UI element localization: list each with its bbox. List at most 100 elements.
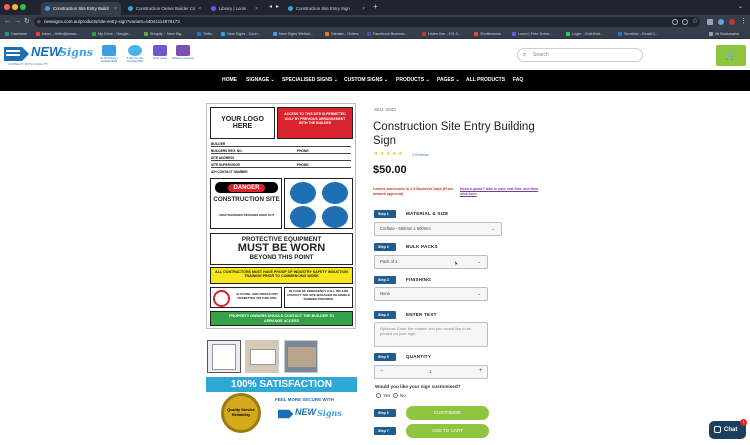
search-icon: ⌕ bbox=[523, 52, 527, 58]
browser-tab-1[interactable]: Construction Site Entry Buildi × bbox=[41, 2, 121, 15]
browser-tab-2[interactable]: Construction Owner Builder Co × bbox=[124, 2, 204, 15]
rating-stars[interactable]: ★★★★★ bbox=[374, 151, 404, 157]
profile-avatar-icon[interactable] bbox=[729, 19, 735, 25]
customise-button[interactable]: CUSTOMISE bbox=[406, 406, 489, 420]
step-6-badge: Step 6 bbox=[374, 409, 396, 417]
bookmark-item[interactable]: Login - ClothKnit... bbox=[566, 30, 603, 38]
bookmark-item[interactable]: Listen live - 101.3... bbox=[422, 30, 461, 38]
bookmark-item[interactable]: Shutterstock bbox=[474, 30, 501, 38]
extensions-icon[interactable] bbox=[707, 19, 713, 25]
feature-service[interactable]: 5 Day Service Australia Wide bbox=[123, 45, 147, 63]
media-back-icon[interactable]: ◂ bbox=[269, 3, 272, 10]
bookmark-item[interactable]: Dashlane bbox=[5, 30, 27, 38]
bookmark-item[interactable]: Inbox - Hello@news... bbox=[36, 30, 79, 38]
custom-text-input[interactable]: Optional: Enter the custom text you woul… bbox=[374, 322, 488, 347]
bookmark-favicon-icon bbox=[566, 32, 570, 36]
bookmark-favicon-icon bbox=[5, 32, 9, 36]
address-bar[interactable]: ⊜ newsigns.com.au/products/site-entry-si… bbox=[34, 17, 700, 27]
nav-specialised-signs[interactable]: SPECIALISED SIGNS ⌄ bbox=[282, 70, 338, 91]
media-forward-icon[interactable]: ▸ bbox=[276, 3, 279, 10]
nav-signage[interactable]: SIGNAGE ⌄ bbox=[246, 70, 275, 91]
bookmark-favicon-icon bbox=[512, 32, 516, 36]
all-bookmarks-item[interactable]: All Bookmarks bbox=[709, 30, 739, 38]
reload-icon[interactable]: ↻ bbox=[24, 17, 30, 27]
bookmark-item[interactable]: Sendinix - Email C... bbox=[618, 30, 658, 38]
nav-home[interactable]: HOME bbox=[222, 70, 237, 91]
browser-tab-4[interactable]: Construction Site Entry Sign × bbox=[284, 2, 369, 15]
step-1-badge: Step 1 bbox=[374, 210, 396, 218]
cart-button[interactable]: 🛒 bbox=[716, 45, 746, 66]
step-5-title: QUANTITY bbox=[406, 354, 432, 359]
product-main-image[interactable]: YOUR LOGO HERE ACCESS TO THIS SITE IS PE… bbox=[206, 103, 356, 329]
nav-pages[interactable]: PAGES ⌄ bbox=[437, 70, 460, 91]
site-favicon-icon bbox=[45, 6, 50, 11]
material-size-select[interactable]: Corflute - 600mm x 900mm ⌄ bbox=[374, 222, 502, 236]
radio-no[interactable]: No bbox=[393, 393, 406, 398]
chevron-down-icon: ⌄ bbox=[270, 77, 275, 83]
bookmark-favicon-icon bbox=[325, 32, 329, 36]
bookmark-item[interactable]: New Signs - Conn... bbox=[221, 30, 261, 38]
bookmark-item[interactable]: Facebook Busines... bbox=[367, 30, 407, 38]
reviews-link[interactable]: 4 Reviews bbox=[412, 153, 429, 157]
new-signs-logo[interactable]: NEW Signs CONNECT WITH QUALITY bbox=[4, 43, 93, 67]
radio-yes[interactable]: Yes bbox=[376, 393, 390, 398]
quantity-decrease-button[interactable]: − bbox=[380, 368, 384, 374]
browser-tab-3[interactable]: Library | Loom × bbox=[207, 2, 262, 15]
bookmark-item[interactable]: My Drive - Google... bbox=[92, 30, 132, 38]
close-icon[interactable]: × bbox=[362, 6, 365, 12]
feature-quote[interactable]: Quick Quote bbox=[148, 45, 172, 60]
bookmark-favicon-icon bbox=[273, 32, 277, 36]
forward-icon[interactable]: → bbox=[14, 17, 21, 27]
finishing-select[interactable]: None ⌄ bbox=[374, 287, 488, 301]
site-favicon-icon bbox=[288, 6, 293, 11]
add-to-cart-button[interactable]: ADD TO CART bbox=[406, 424, 489, 438]
search-input[interactable]: ⌕ Search bbox=[517, 48, 643, 62]
close-icon[interactable]: × bbox=[114, 6, 117, 12]
thumbnail-1[interactable] bbox=[207, 340, 241, 373]
bulk-packs-select[interactable]: Pack of 1 ⌄ bbox=[374, 255, 488, 269]
nav-all-products[interactable]: ALL PRODUCTS bbox=[466, 70, 505, 91]
close-icon[interactable]: × bbox=[198, 6, 201, 12]
close-icon[interactable]: × bbox=[255, 6, 258, 12]
danger-panel: DANGER CONSTRUCTION SITE UNAUTHORISED PE… bbox=[210, 178, 282, 229]
step-7-badge: Step 7 bbox=[374, 427, 396, 435]
truck-icon bbox=[102, 45, 116, 56]
bookmark-favicon-icon bbox=[197, 32, 201, 36]
browser-menu-icon[interactable]: ⋮ bbox=[740, 17, 747, 25]
nav-products[interactable]: PRODUCTS ⌄ bbox=[396, 70, 430, 91]
chevron-down-icon: ⌄ bbox=[491, 226, 495, 231]
nav-faq[interactable]: FAQ bbox=[513, 70, 523, 91]
feature-shipping[interactable]: $1.95 Shipping Australia Wide bbox=[97, 45, 121, 63]
quantity-increase-button[interactable]: + bbox=[479, 368, 483, 374]
clock-icon bbox=[128, 45, 142, 56]
bookmark-star-icon[interactable]: ☆ bbox=[692, 17, 698, 25]
site-info-icon[interactable]: ⊜ bbox=[37, 17, 41, 27]
bookmark-item[interactable]: New Signs Websit... bbox=[273, 30, 313, 38]
bookmark-item[interactable]: Shopify ~ New Sig... bbox=[144, 30, 184, 38]
quantity-input[interactable]: 1 bbox=[429, 369, 432, 374]
window-close-dot[interactable] bbox=[4, 4, 10, 10]
bookmark-item[interactable]: Loom | Free Scree... bbox=[512, 30, 553, 38]
feature-accounts[interactable]: Business Accounts bbox=[171, 45, 195, 60]
zoom-icon[interactable] bbox=[672, 19, 678, 25]
thumbnail-3[interactable] bbox=[284, 340, 318, 373]
step-3-title: FINISHING bbox=[406, 277, 432, 282]
profile-icon-1[interactable] bbox=[718, 19, 724, 25]
new-tab-button[interactable]: + bbox=[373, 2, 378, 11]
share-icon[interactable] bbox=[682, 19, 688, 25]
window-zoom-dot[interactable] bbox=[20, 4, 26, 10]
thumbnail-2[interactable] bbox=[245, 340, 279, 373]
back-icon[interactable]: ← bbox=[4, 17, 11, 27]
thumbnail-fence-image bbox=[250, 349, 276, 365]
nav-custom-signs[interactable]: CUSTOM SIGNS ⌄ bbox=[344, 70, 388, 91]
step-2-title: BULK PACKS bbox=[406, 244, 438, 249]
bookmark-favicon-icon bbox=[92, 32, 96, 36]
bookmark-item[interactable]: Zabake - Orders bbox=[325, 30, 359, 38]
bookmark-item[interactable]: Trello bbox=[197, 30, 212, 38]
tab-search-chevron-icon[interactable]: ⌄ bbox=[738, 3, 743, 10]
window-minimize-dot[interactable] bbox=[12, 4, 18, 10]
quality-badge-icon: Quality Service Reliability bbox=[221, 393, 261, 433]
quote-link[interactable]: Need a quote? Add to your cart first, an… bbox=[460, 187, 544, 197]
browser-toolbar: ← → ↻ ⊜ newsigns.com.au/products/site-en… bbox=[0, 15, 750, 29]
satisfaction-logo: NEW Signs bbox=[278, 405, 350, 425]
